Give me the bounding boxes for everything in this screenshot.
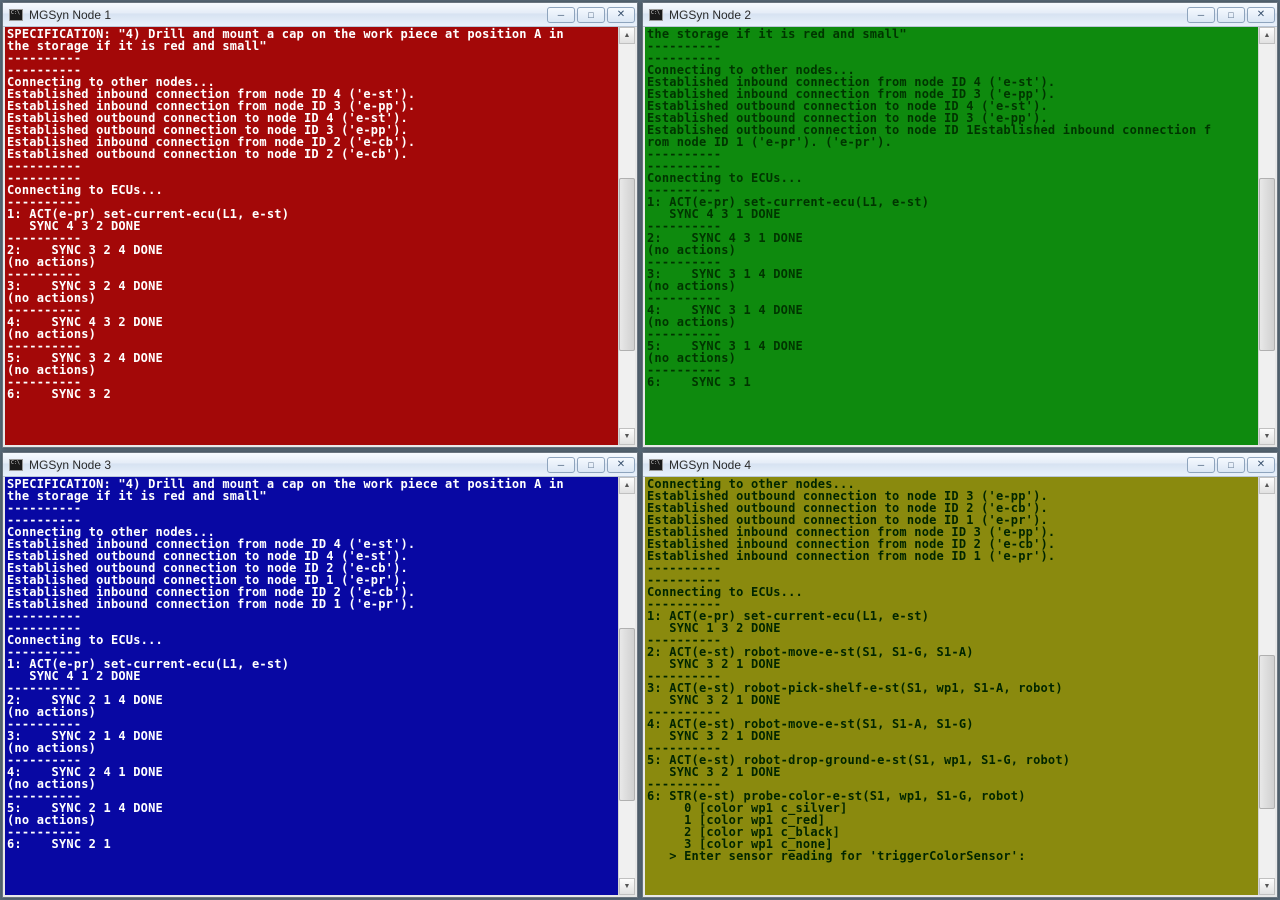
scroll-up-icon[interactable]: ▲ (1259, 477, 1275, 494)
maximize-button[interactable]: □ (577, 457, 605, 473)
maximize-button[interactable]: □ (1217, 7, 1245, 23)
window-controls: ─ □ ✕ (547, 7, 635, 23)
scroll-track[interactable] (619, 44, 635, 428)
scroll-up-icon[interactable]: ▲ (619, 27, 635, 44)
scroll-up-icon[interactable]: ▲ (619, 477, 635, 494)
scroll-track[interactable] (1259, 44, 1275, 428)
titlebar-node3[interactable]: MGSyn Node 3 ─ □ ✕ (3, 453, 637, 477)
window-title: MGSyn Node 1 (29, 8, 547, 22)
window-controls: ─ □ ✕ (1187, 7, 1275, 23)
console-node2: the storage if it is red and small" ----… (643, 27, 1277, 447)
scroll-up-icon[interactable]: ▲ (1259, 27, 1275, 44)
scrollbar[interactable]: ▲ ▼ (618, 27, 635, 445)
scrollbar[interactable]: ▲ ▼ (1258, 477, 1275, 895)
titlebar-node4[interactable]: MGSyn Node 4 ─ □ ✕ (643, 453, 1277, 477)
window-title: MGSyn Node 4 (669, 458, 1187, 472)
windows-grid: MGSyn Node 1 ─ □ ✕ SPECIFICATION: "4) Dr… (0, 0, 1280, 900)
scroll-down-icon[interactable]: ▼ (619, 428, 635, 445)
scroll-thumb[interactable] (619, 628, 635, 801)
window-title: MGSyn Node 3 (29, 458, 547, 472)
titlebar-node2[interactable]: MGSyn Node 2 ─ □ ✕ (643, 3, 1277, 27)
scroll-thumb[interactable] (1259, 655, 1275, 809)
titlebar-node1[interactable]: MGSyn Node 1 ─ □ ✕ (3, 3, 637, 27)
scroll-thumb[interactable] (619, 178, 635, 351)
minimize-button[interactable]: ─ (547, 457, 575, 473)
scroll-track[interactable] (619, 494, 635, 878)
window-node4: MGSyn Node 4 ─ □ ✕ Connecting to other n… (642, 452, 1278, 898)
scroll-track[interactable] (1259, 494, 1275, 878)
close-button[interactable]: ✕ (607, 7, 635, 23)
close-button[interactable]: ✕ (1247, 7, 1275, 23)
cmd-icon (649, 459, 663, 471)
maximize-button[interactable]: □ (1217, 457, 1245, 473)
window-node1: MGSyn Node 1 ─ □ ✕ SPECIFICATION: "4) Dr… (2, 2, 638, 448)
close-button[interactable]: ✕ (1247, 457, 1275, 473)
console-output: SPECIFICATION: "4) Drill and mount a cap… (5, 477, 618, 895)
scrollbar[interactable]: ▲ ▼ (618, 477, 635, 895)
scroll-down-icon[interactable]: ▼ (1259, 878, 1275, 895)
maximize-button[interactable]: □ (577, 7, 605, 23)
minimize-button[interactable]: ─ (547, 7, 575, 23)
cmd-icon (649, 9, 663, 21)
minimize-button[interactable]: ─ (1187, 7, 1215, 23)
scroll-thumb[interactable] (1259, 178, 1275, 351)
console-output: the storage if it is red and small" ----… (645, 27, 1258, 445)
scroll-down-icon[interactable]: ▼ (619, 878, 635, 895)
window-controls: ─ □ ✕ (1187, 457, 1275, 473)
cmd-icon (9, 9, 23, 21)
console-node4: Connecting to other nodes... Established… (643, 477, 1277, 897)
window-controls: ─ □ ✕ (547, 457, 635, 473)
cmd-icon (9, 459, 23, 471)
window-node2: MGSyn Node 2 ─ □ ✕ the storage if it is … (642, 2, 1278, 448)
window-node3: MGSyn Node 3 ─ □ ✕ SPECIFICATION: "4) Dr… (2, 452, 638, 898)
console-output: SPECIFICATION: "4) Drill and mount a cap… (5, 27, 618, 445)
console-node3: SPECIFICATION: "4) Drill and mount a cap… (3, 477, 637, 897)
minimize-button[interactable]: ─ (1187, 457, 1215, 473)
window-title: MGSyn Node 2 (669, 8, 1187, 22)
scrollbar[interactable]: ▲ ▼ (1258, 27, 1275, 445)
scroll-down-icon[interactable]: ▼ (1259, 428, 1275, 445)
console-output: Connecting to other nodes... Established… (645, 477, 1258, 895)
close-button[interactable]: ✕ (607, 457, 635, 473)
console-node1: SPECIFICATION: "4) Drill and mount a cap… (3, 27, 637, 447)
